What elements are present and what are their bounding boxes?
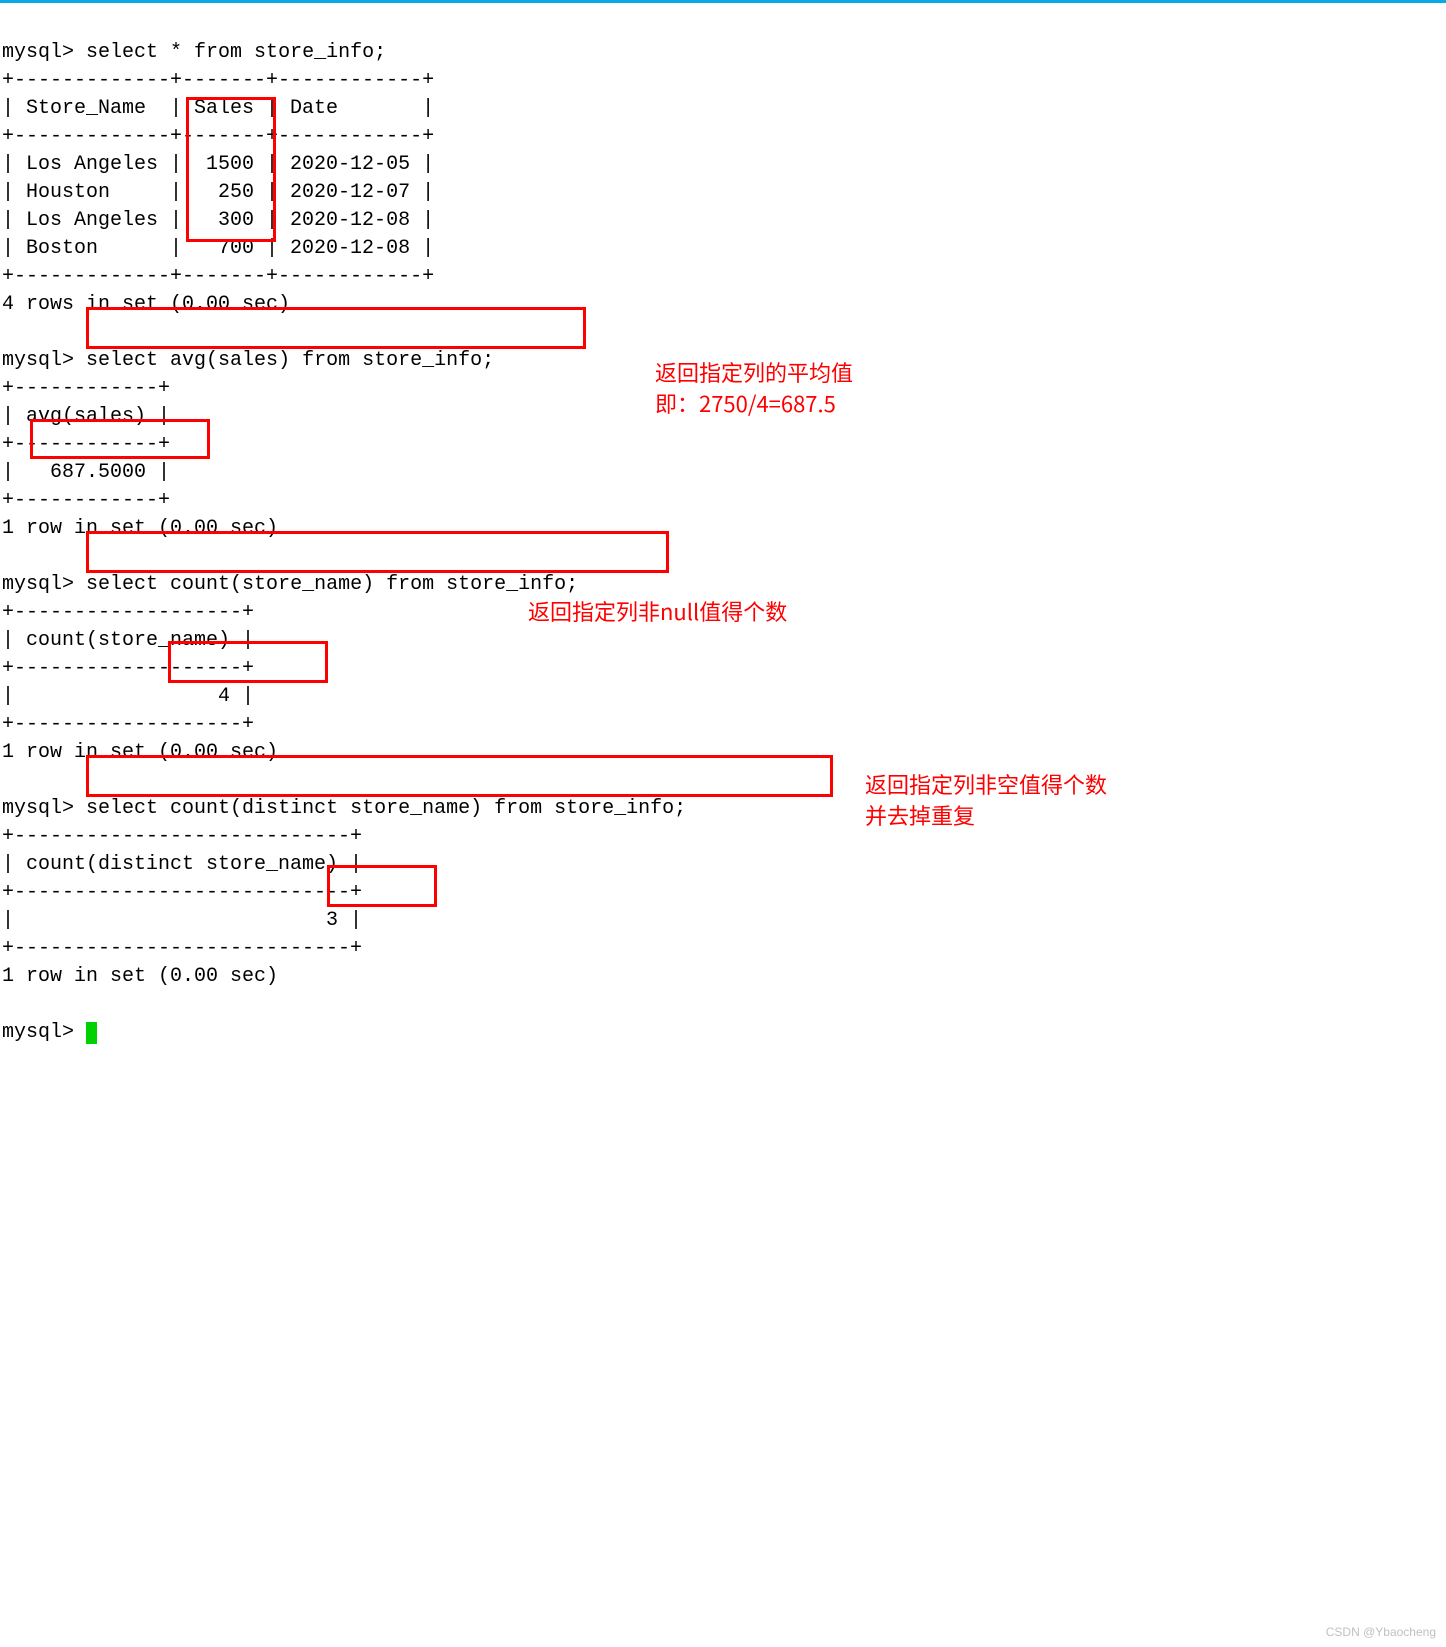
table4-sep: +----------------------------+ <box>2 937 362 960</box>
annotation-distinct-line2: 并去掉重复 <box>865 800 1185 831</box>
prompt: mysql> <box>2 349 74 372</box>
table4-sep: +----------------------------+ <box>2 825 362 848</box>
table1-sep: +-------------+-------+------------+ <box>2 69 434 92</box>
table1-sep: +-------------+-------+------------+ <box>2 265 434 288</box>
watermark: CSDN @Ybaocheng <box>1326 1624 1436 1641</box>
annotation-distinct-line1: 返回指定列非空值得个数 <box>865 769 1185 800</box>
prompt: mysql> <box>2 1021 74 1044</box>
highlight-avg-result <box>30 419 210 459</box>
highlight-query-count-distinct <box>86 755 833 797</box>
table2-sep: +------------+ <box>2 489 170 512</box>
annotation-count: 返回指定列非null值得个数 <box>528 596 878 627</box>
table2-row: | 687.5000 | <box>2 461 170 484</box>
table4-footer: 1 row in set (0.00 sec) <box>2 965 278 988</box>
query-count-distinct: select count(distinct store_name) from s… <box>86 797 686 820</box>
terminal-cursor <box>86 1022 97 1044</box>
table4-row: | 3 | <box>2 909 362 932</box>
table4-sep: +----------------------------+ <box>2 881 362 904</box>
table3-row: | 4 | <box>2 685 254 708</box>
annotation-avg-line2: 即：2750/4=687.5 <box>655 388 975 419</box>
highlight-query-avg <box>86 307 586 349</box>
prompt: mysql> <box>2 573 74 596</box>
table2-sep: +------------+ <box>2 377 170 400</box>
query-select-all: select * from store_info; <box>86 41 386 64</box>
query-count: select count(store_name) from store_info… <box>86 573 578 596</box>
highlight-count-result <box>168 641 328 683</box>
query-avg: select avg(sales) from store_info; <box>86 349 494 372</box>
prompt: mysql> <box>2 41 74 64</box>
table4-header: | count(distinct store_name) | <box>2 853 362 876</box>
highlight-count-distinct-result <box>327 865 437 907</box>
terminal-output: mysql> select * from store_info; +------… <box>0 3 1446 1647</box>
annotation-avg: 返回指定列的平均值 即：2750/4=687.5 <box>655 357 975 419</box>
highlight-query-count <box>86 531 669 573</box>
table3-sep: +-------------------+ <box>2 713 254 736</box>
annotation-count-distinct: 返回指定列非空值得个数 并去掉重复 <box>865 769 1185 831</box>
highlight-sales-column <box>186 97 276 242</box>
prompt: mysql> <box>2 797 74 820</box>
annotation-avg-line1: 返回指定列的平均值 <box>655 357 975 388</box>
table3-sep: +-------------------+ <box>2 601 254 624</box>
annotation-count-text: 返回指定列非null值得个数 <box>528 595 787 627</box>
